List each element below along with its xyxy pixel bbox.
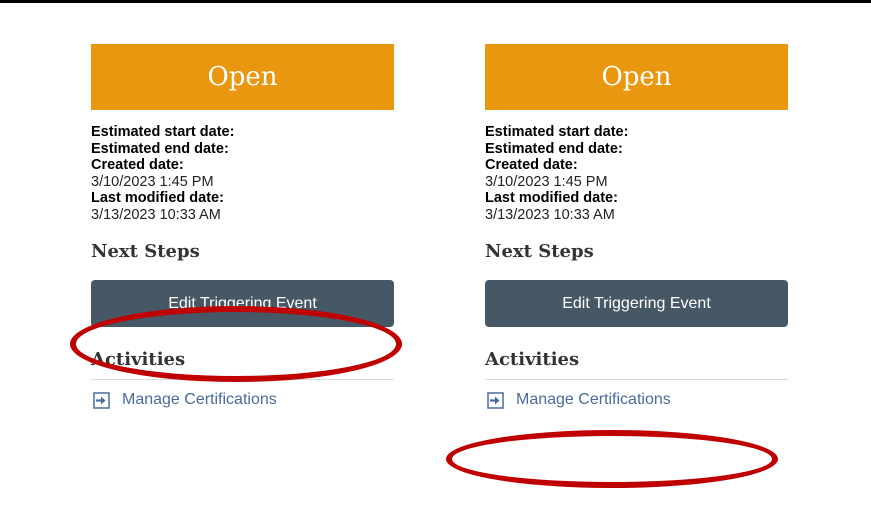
project-summary-panel-left: Open Estimated start date: Estimated end… xyxy=(91,44,394,409)
created-date-label: Created date: xyxy=(91,157,184,173)
manage-certifications-label: Manage Certifications xyxy=(122,391,277,408)
last-modified-date-value: 3/13/2023 10:33 AM xyxy=(91,206,221,223)
date-details: Estimated start date: Estimated end date… xyxy=(485,124,788,223)
activities-heading: Activities xyxy=(485,349,580,370)
estimated-end-date-label: Estimated end date: xyxy=(485,140,623,157)
estimated-start-date-label: Estimated start date: xyxy=(485,124,629,140)
estimated-start-date-label: Estimated start date: xyxy=(91,124,235,140)
status-banner: Open xyxy=(91,44,394,110)
last-modified-date-label: Last modified date: xyxy=(91,190,224,206)
activities-divider xyxy=(485,379,788,380)
activities-divider xyxy=(91,379,394,380)
activities-heading: Activities xyxy=(91,349,186,370)
highlight-oval-manage-certifications xyxy=(446,430,778,488)
manage-certifications-link[interactable]: Manage Certifications xyxy=(91,391,394,409)
manage-certifications-link[interactable]: Manage Certifications xyxy=(485,391,788,409)
arrow-into-box-icon xyxy=(487,391,504,409)
estimated-end-date-label: Estimated end date: xyxy=(91,140,229,157)
created-date-value: 3/10/2023 1:45 PM xyxy=(91,173,214,190)
status-banner: Open xyxy=(485,44,788,110)
manage-certifications-label: Manage Certifications xyxy=(516,391,671,408)
edit-triggering-event-button[interactable]: Edit Triggering Event xyxy=(91,280,394,327)
last-modified-date-value: 3/13/2023 10:33 AM xyxy=(485,206,615,223)
created-date-label: Created date: xyxy=(485,157,578,173)
arrow-into-box-icon xyxy=(93,391,110,409)
date-details: Estimated start date: Estimated end date… xyxy=(91,124,394,223)
edit-triggering-event-button[interactable]: Edit Triggering Event xyxy=(485,280,788,327)
next-steps-heading: Next Steps xyxy=(485,241,594,262)
next-steps-heading: Next Steps xyxy=(91,241,200,262)
last-modified-date-label: Last modified date: xyxy=(485,190,618,206)
top-divider xyxy=(0,0,871,3)
project-summary-panel-right: Open Estimated start date: Estimated end… xyxy=(485,44,788,409)
created-date-value: 3/10/2023 1:45 PM xyxy=(485,173,608,190)
